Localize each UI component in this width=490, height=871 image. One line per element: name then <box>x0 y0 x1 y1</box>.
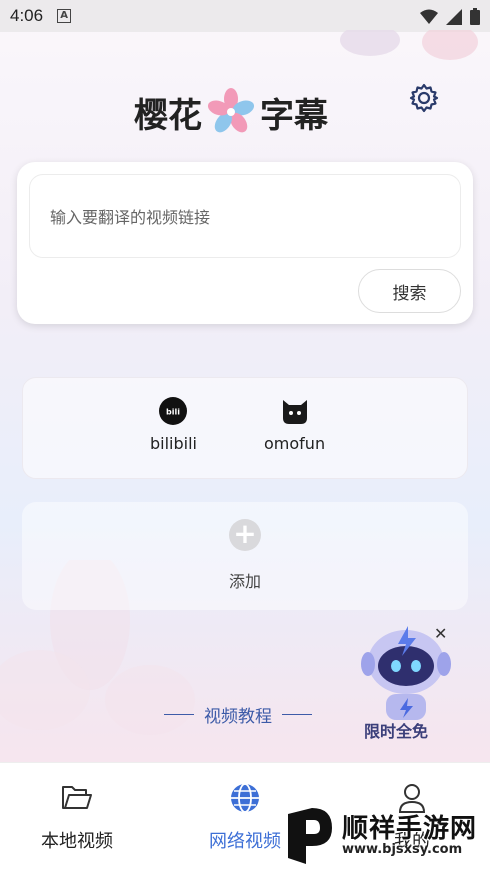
divider <box>164 713 194 716</box>
cat-icon <box>282 400 307 424</box>
svg-text:bili: bili <box>167 408 181 417</box>
status-icons <box>420 8 480 25</box>
watermark-url: www.bjsxsy.com <box>342 841 463 857</box>
sakura-flower-icon <box>207 88 255 133</box>
search-placeholder: 输入要翻译的视频链接 <box>50 208 211 227</box>
search-card: 输入要翻译的视频链接 搜索 <box>17 162 473 324</box>
plus-icon: + <box>229 519 261 551</box>
site-item-bilibili[interactable]: bili bilibili <box>150 396 197 453</box>
status-bar: 4:06 A <box>0 0 490 32</box>
site-label: omofun <box>264 434 326 453</box>
close-icon[interactable]: ✕ <box>434 624 447 643</box>
promo-label[interactable]: 限时全免 <box>364 718 428 742</box>
nav-item-local-video[interactable]: 本地视频 <box>17 781 137 853</box>
app-title-right: 字幕 <box>260 95 328 136</box>
watermark-logo-icon <box>288 808 332 864</box>
video-tutorial-link[interactable]: 视频教程 <box>164 702 312 727</box>
sites-card: bili bilibili omofun <box>22 377 468 479</box>
nav-label: 本地视频 <box>41 831 113 852</box>
add-site-card[interactable]: + 添加 <box>22 502 468 610</box>
site-label: bilibili <box>150 434 197 453</box>
status-time: 4:06 <box>10 6 44 25</box>
battery-icon <box>470 8 480 25</box>
signal-icon <box>446 8 462 25</box>
search-button[interactable]: 搜索 <box>358 269 461 313</box>
app-title-left: 樱花 <box>134 95 202 136</box>
folder-icon <box>62 786 92 809</box>
tutorial-label: 视频教程 <box>204 707 272 727</box>
wifi-icon <box>420 9 438 24</box>
globe-icon <box>231 783 259 813</box>
add-label: 添加 <box>228 572 261 591</box>
gear-icon[interactable] <box>408 82 440 114</box>
watermark-title: 顺祥手游网 <box>342 813 478 844</box>
app-logo: 樱花 字幕 <box>134 88 328 136</box>
bilibili-logo-icon: bili <box>159 397 188 425</box>
notification-icon: A <box>57 9 72 23</box>
search-input[interactable]: 输入要翻译的视频链接 <box>29 174 461 258</box>
divider <box>282 713 312 716</box>
watermark: 顺祥手游网 www.bjsxsy.com <box>282 804 490 868</box>
site-item-omofun[interactable]: omofun <box>264 396 325 453</box>
sakura-decoration-icon <box>340 30 478 60</box>
